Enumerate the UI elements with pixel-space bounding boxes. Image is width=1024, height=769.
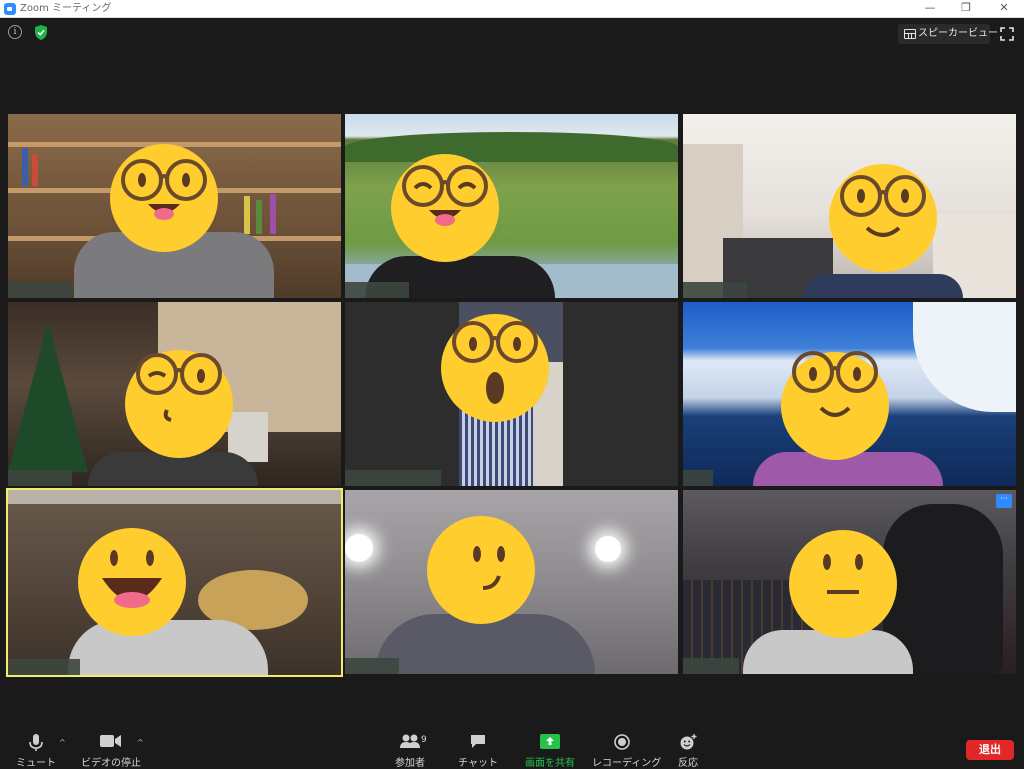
participant-name-tag xyxy=(683,658,739,674)
chat-button[interactable]: チャット xyxy=(456,722,500,769)
participant-name-tag xyxy=(8,659,80,675)
smirk-emoji-mask xyxy=(425,514,537,626)
video-tile-active-speaker[interactable] xyxy=(6,488,343,677)
stop-video-button[interactable]: ビデオの停止 xyxy=(78,722,144,769)
participants-button[interactable]: 9 参加者 xyxy=(388,722,432,769)
smile-emoji-mask xyxy=(779,350,891,462)
participants-label: 参加者 xyxy=(395,758,425,769)
video-tile[interactable] xyxy=(683,302,1016,486)
meeting-info-icon[interactable]: i xyxy=(8,25,22,39)
video-tile[interactable] xyxy=(8,114,341,298)
tile-more-options-button[interactable]: ··· xyxy=(996,494,1012,508)
smile-emoji-mask xyxy=(827,162,939,274)
share-screen-icon xyxy=(540,734,560,749)
chat-bubble-icon xyxy=(471,735,485,748)
neutral-emoji-mask xyxy=(787,528,899,640)
participant-name-tag xyxy=(683,470,713,486)
window-titlebar: Zoom ミーティング — ❐ ✕ xyxy=(0,0,1024,18)
restore-button[interactable]: ❐ xyxy=(948,0,984,17)
surprised-emoji-mask xyxy=(439,312,551,424)
reactions-button[interactable]: 反応 xyxy=(666,722,710,769)
speaker-view-label: スピーカービュー xyxy=(918,28,998,39)
speaker-view-button[interactable]: スピーカービュー xyxy=(898,24,998,44)
tongue-smile-emoji-mask xyxy=(108,142,220,254)
video-tile[interactable]: ··· xyxy=(683,490,1016,674)
participant-name-tag xyxy=(683,282,747,298)
participant-name-tag xyxy=(345,282,409,298)
mute-button[interactable]: ミュート xyxy=(14,722,58,769)
microphone-icon xyxy=(29,734,43,751)
participant-name-tag xyxy=(8,282,72,298)
reactions-smiley-icon xyxy=(680,734,697,750)
window-title: Zoom ミーティング xyxy=(20,3,112,14)
record-icon xyxy=(614,734,630,750)
chat-label: チャット xyxy=(458,758,498,769)
minimize-button[interactable]: — xyxy=(912,0,948,17)
fullscreen-icon[interactable] xyxy=(1000,27,1014,41)
record-button[interactable]: レコーディング xyxy=(592,722,662,769)
participants-icon xyxy=(400,734,420,748)
stop-video-label: ビデオの停止 xyxy=(81,758,141,769)
encryption-shield-icon[interactable] xyxy=(33,24,49,41)
share-screen-label: 画面を共有 xyxy=(525,758,575,769)
meeting-toolbar: ミュート ^ ビデオの停止 ^ 9 参加者 チャット 画面を共有 レコーディング… xyxy=(0,722,1024,769)
video-tile[interactable] xyxy=(8,302,341,486)
video-camera-icon xyxy=(100,735,121,747)
participants-count: 9 xyxy=(421,735,427,745)
record-label: レコーディング xyxy=(592,758,662,769)
mute-label: ミュート xyxy=(16,758,56,769)
leave-meeting-button[interactable]: 退出 xyxy=(966,740,1014,760)
video-tile[interactable] xyxy=(345,114,678,298)
close-button[interactable]: ✕ xyxy=(986,0,1022,17)
video-tile[interactable] xyxy=(683,114,1016,298)
video-tile[interactable] xyxy=(345,490,678,674)
participant-name-tag xyxy=(345,470,441,486)
wink-emoji-mask xyxy=(123,348,235,460)
participant-name-tag xyxy=(8,470,72,486)
participant-name-tag xyxy=(345,658,399,674)
audio-options-caret-icon[interactable]: ^ xyxy=(59,738,66,747)
zoom-app-icon xyxy=(4,3,16,15)
laughing-emoji-mask xyxy=(76,526,188,638)
video-tile[interactable] xyxy=(345,302,678,486)
video-options-caret-icon[interactable]: ^ xyxy=(137,738,144,747)
share-screen-button[interactable]: 画面を共有 xyxy=(520,722,580,769)
reactions-label: 反応 xyxy=(678,758,698,769)
tongue-smile-emoji-mask xyxy=(389,152,501,264)
view-grid-icon xyxy=(904,29,916,39)
